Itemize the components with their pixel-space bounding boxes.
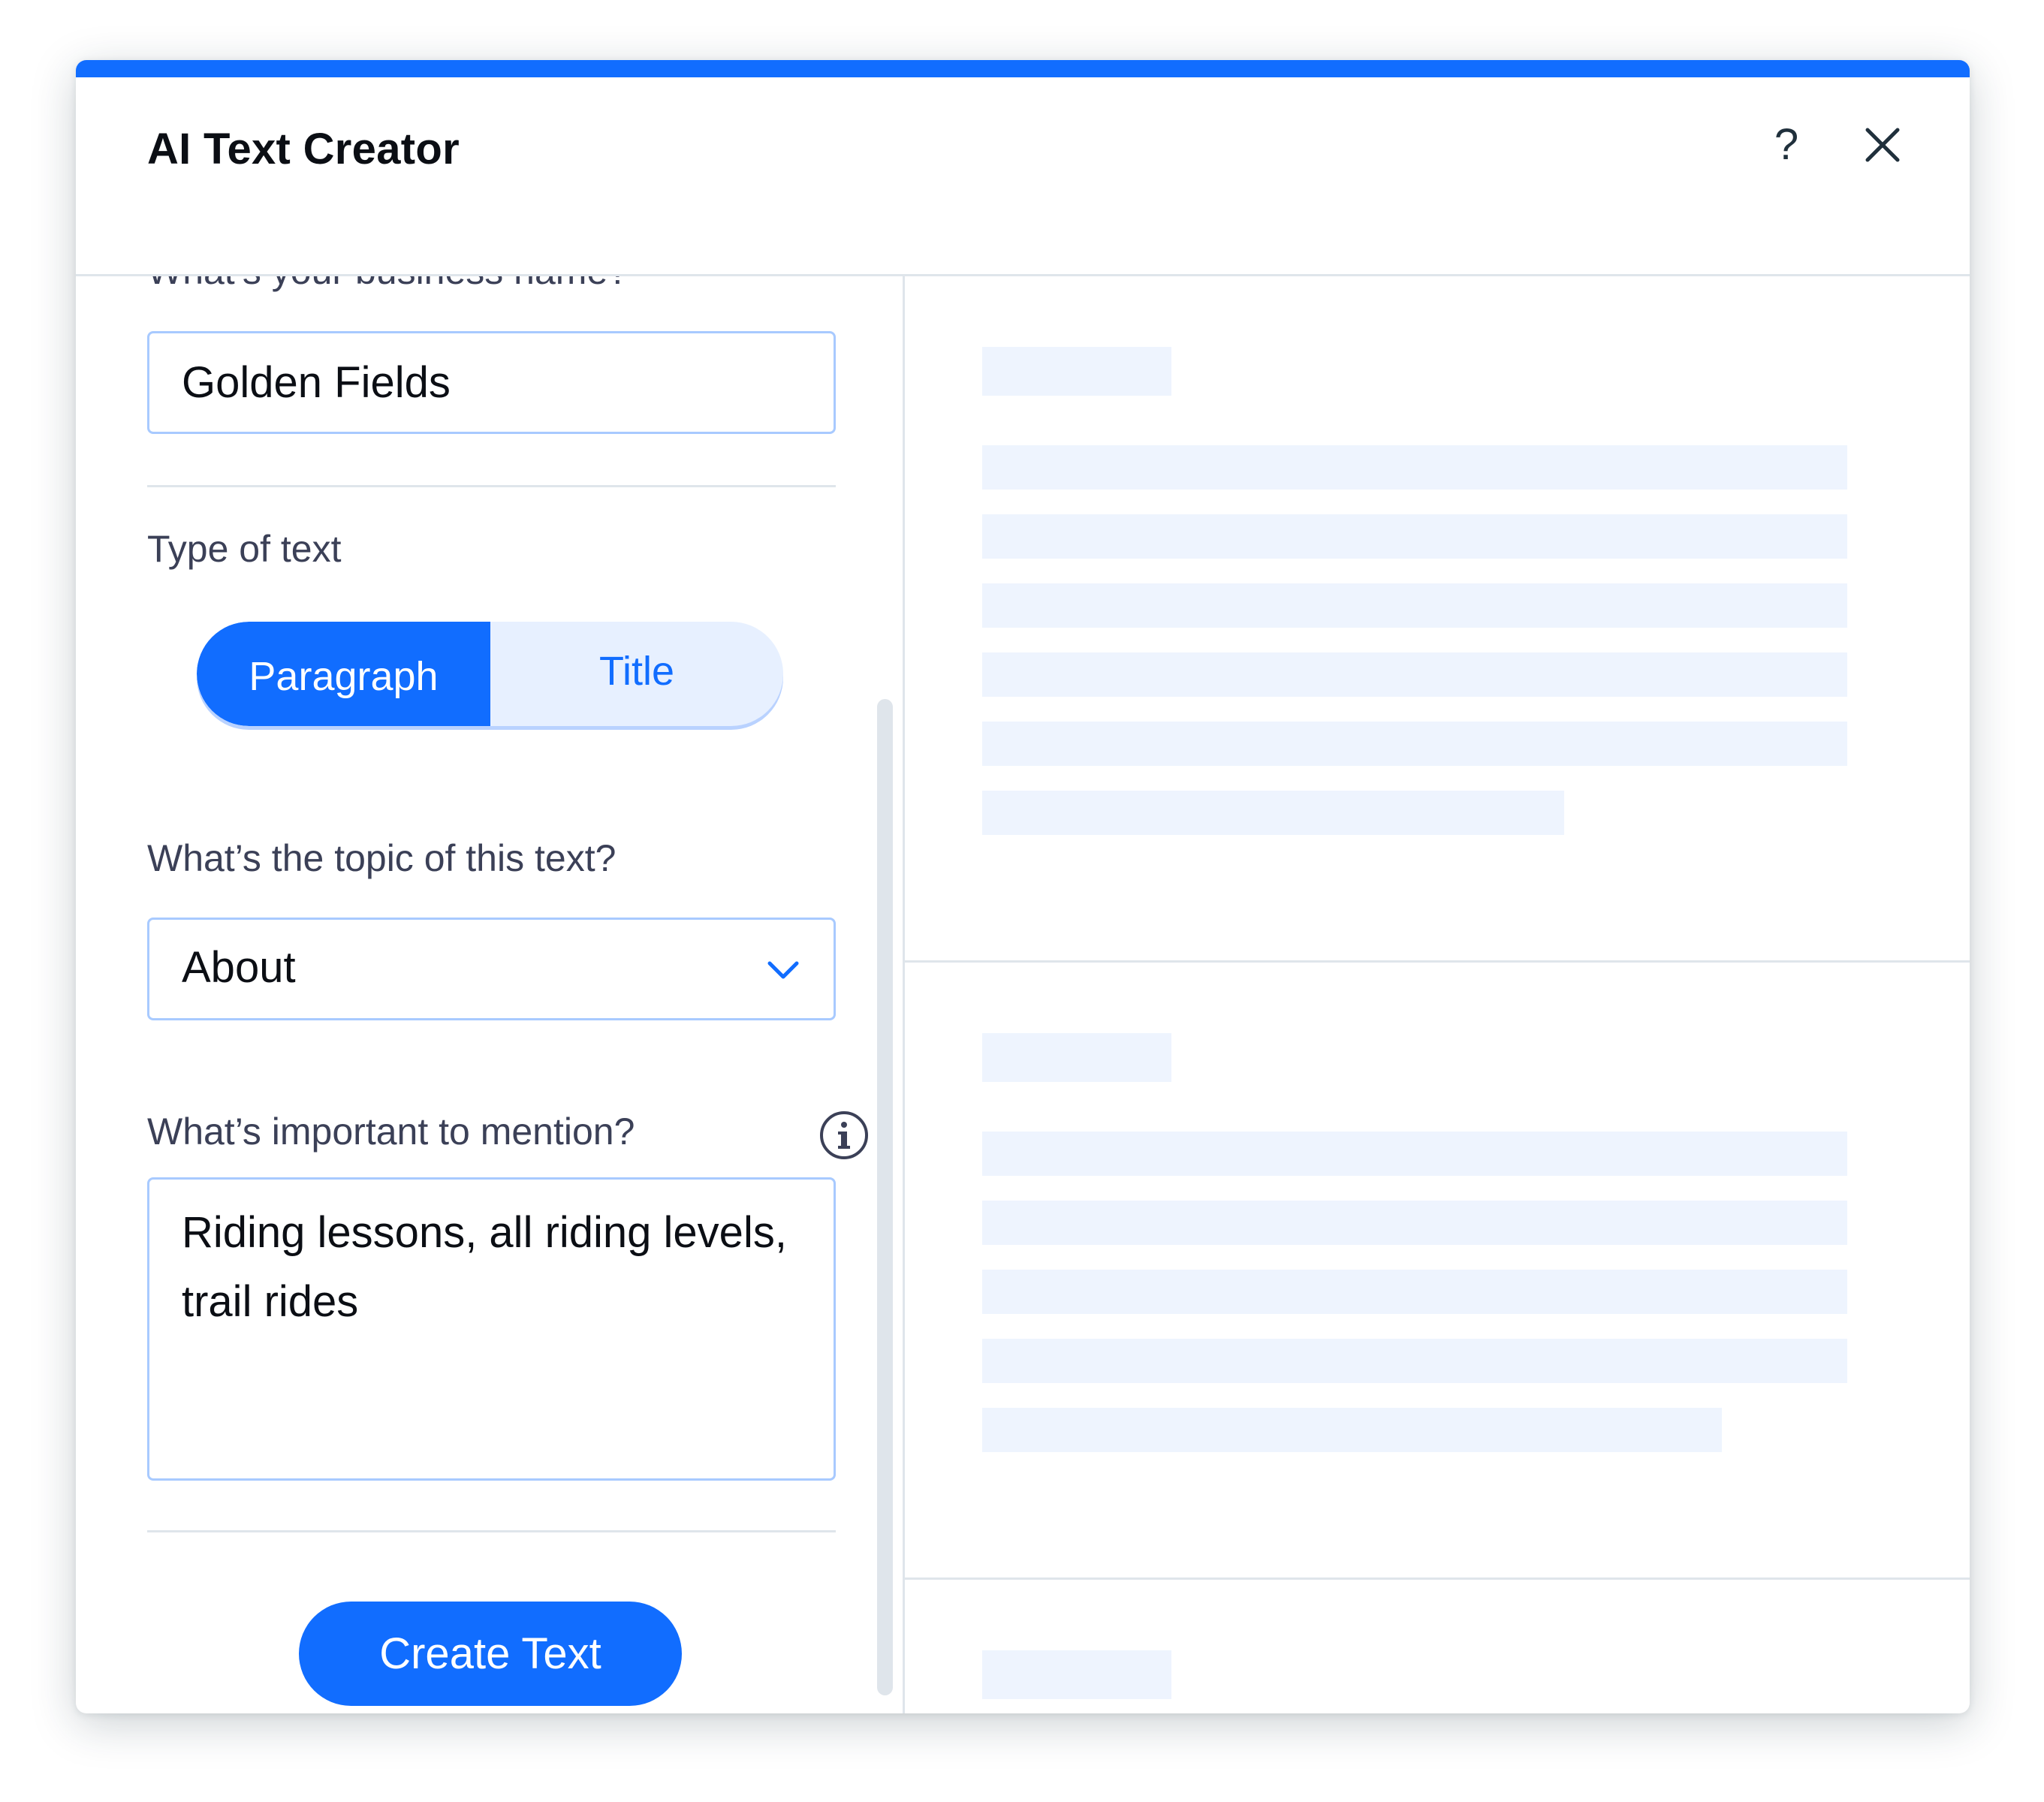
skeleton-line [982, 1201, 1847, 1245]
skeleton-line [982, 1339, 1847, 1383]
chevron-down-icon [767, 961, 799, 979]
skeleton-line [982, 445, 1847, 490]
ai-text-creator-dialog: AI Text Creator ? What’s your business n… [76, 60, 1970, 1713]
skeleton-title [982, 1650, 1171, 1699]
dialog-title: AI Text Creator [147, 125, 460, 173]
skeleton-line [982, 1270, 1847, 1314]
business-name-label: What’s your business name? [147, 276, 629, 293]
create-text-button[interactable]: Create Text [299, 1602, 682, 1706]
mention-label: What’s important to mention? [147, 1110, 635, 1153]
form-panel: What’s your business name? Type of text … [76, 276, 903, 1713]
divider [147, 1530, 836, 1532]
close-icon [1865, 128, 1900, 162]
section-divider [905, 1578, 1970, 1580]
divider [147, 485, 836, 487]
skeleton-line [982, 514, 1847, 559]
mention-textarea[interactable]: Riding lessons, all riding levels, trail… [147, 1177, 836, 1481]
close-button[interactable] [1862, 124, 1904, 166]
type-of-text-label: Type of text [147, 528, 342, 570]
business-name-input[interactable] [147, 331, 836, 434]
section-divider [905, 960, 1970, 963]
accent-strip [76, 60, 1970, 77]
title-option[interactable]: Title [490, 622, 783, 726]
skeleton-line [982, 1408, 1722, 1452]
skeleton-line [982, 791, 1564, 835]
topic-label: What’s the topic of this text? [147, 837, 617, 879]
dialog-header: AI Text Creator ? [76, 77, 1970, 276]
skeleton-title [982, 347, 1171, 396]
scrollbar[interactable] [877, 699, 893, 1695]
help-button[interactable]: ? [1762, 119, 1810, 171]
question-mark-icon: ? [1774, 120, 1799, 169]
info-icon[interactable] [819, 1110, 870, 1161]
preview-panel [903, 276, 1970, 1713]
skeleton-line [982, 1132, 1847, 1176]
text-type-toggle: Paragraph Title [197, 622, 783, 726]
skeleton-title [982, 1033, 1171, 1082]
topic-select[interactable]: About [147, 918, 836, 1020]
topic-select-value: About [182, 943, 296, 992]
skeleton-line [982, 722, 1847, 766]
paragraph-option[interactable]: Paragraph [197, 622, 490, 726]
skeleton-line [982, 583, 1847, 628]
skeleton-line [982, 652, 1847, 697]
